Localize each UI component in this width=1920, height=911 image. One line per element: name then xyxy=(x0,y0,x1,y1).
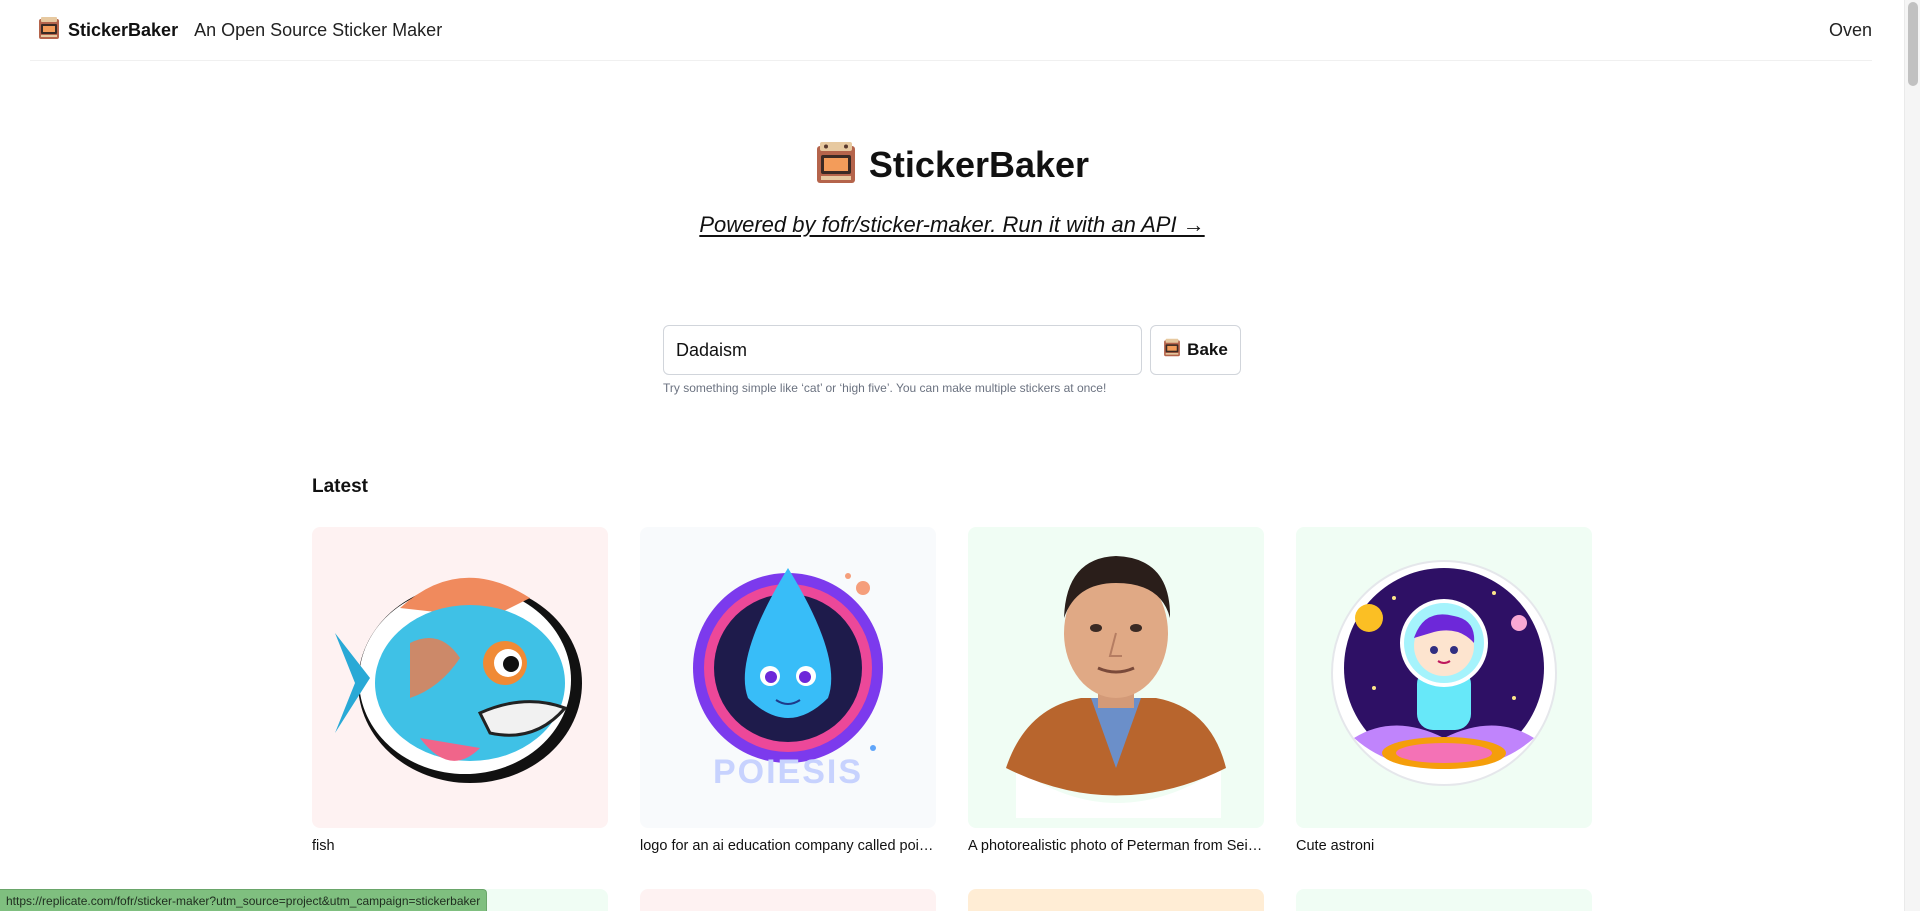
hero-title-row: StickerBaker xyxy=(0,140,1904,190)
sticker-image-logo[interactable]: POIESIS xyxy=(640,527,936,828)
sticker-caption: logo for an ai education company called … xyxy=(640,838,936,854)
page-title: StickerBaker xyxy=(868,144,1090,185)
prompt-input[interactable] xyxy=(663,325,1142,375)
status-url: https://replicate.com/fofr/sticker-maker… xyxy=(0,889,488,911)
oven-link[interactable]: Oven xyxy=(1829,20,1872,41)
bake-button[interactable]: Bake xyxy=(1150,325,1241,375)
oven-icon xyxy=(1163,338,1181,362)
oven-icon xyxy=(38,16,60,45)
sticker-image-astronaut[interactable] xyxy=(1296,527,1592,828)
api-link[interactable]: Powered by fofr/sticker-maker. Run it wi… xyxy=(699,212,1204,238)
sticker-image-fish[interactable] xyxy=(312,527,608,828)
scrollbar[interactable] xyxy=(1904,0,1920,911)
sticker-card[interactable]: Cute astroni xyxy=(1296,527,1592,854)
sticker-card-partial[interactable] xyxy=(1296,889,1592,911)
sticker-image-portrait[interactable] xyxy=(968,527,1264,828)
sticker-card-partial[interactable] xyxy=(640,889,936,911)
sticker-card[interactable]: A photorealistic photo of Peterman from … xyxy=(968,527,1264,854)
sticker-caption: fish xyxy=(312,838,335,854)
bake-label: Bake xyxy=(1187,340,1228,359)
sticker-caption: A photorealistic photo of Peterman from … xyxy=(968,838,1264,854)
nav-tagline: An Open Source Sticker Maker xyxy=(194,19,443,40)
oven-icon xyxy=(815,141,857,190)
prompt-hint: Try something simple like ‘cat’ or ‘high… xyxy=(663,381,1107,395)
brand-name: StickerBaker xyxy=(68,19,179,40)
svg-text:POIESIS: POIESIS xyxy=(713,753,863,791)
scrollbar-thumb[interactable] xyxy=(1908,2,1918,86)
brand-link[interactable]: StickerBaker xyxy=(38,16,178,45)
top-nav: StickerBaker An Open Source Sticker Make… xyxy=(30,0,1872,61)
sticker-card-partial[interactable] xyxy=(968,889,1264,911)
sticker-card[interactable]: POIESIS logo for an ai education company… xyxy=(640,527,936,854)
sticker-caption: Cute astroni xyxy=(1296,838,1375,854)
latest-heading: Latest xyxy=(312,476,368,497)
hero: StickerBaker Powered by fofr/sticker-mak… xyxy=(0,140,1904,238)
sticker-card[interactable]: fish xyxy=(312,527,608,854)
